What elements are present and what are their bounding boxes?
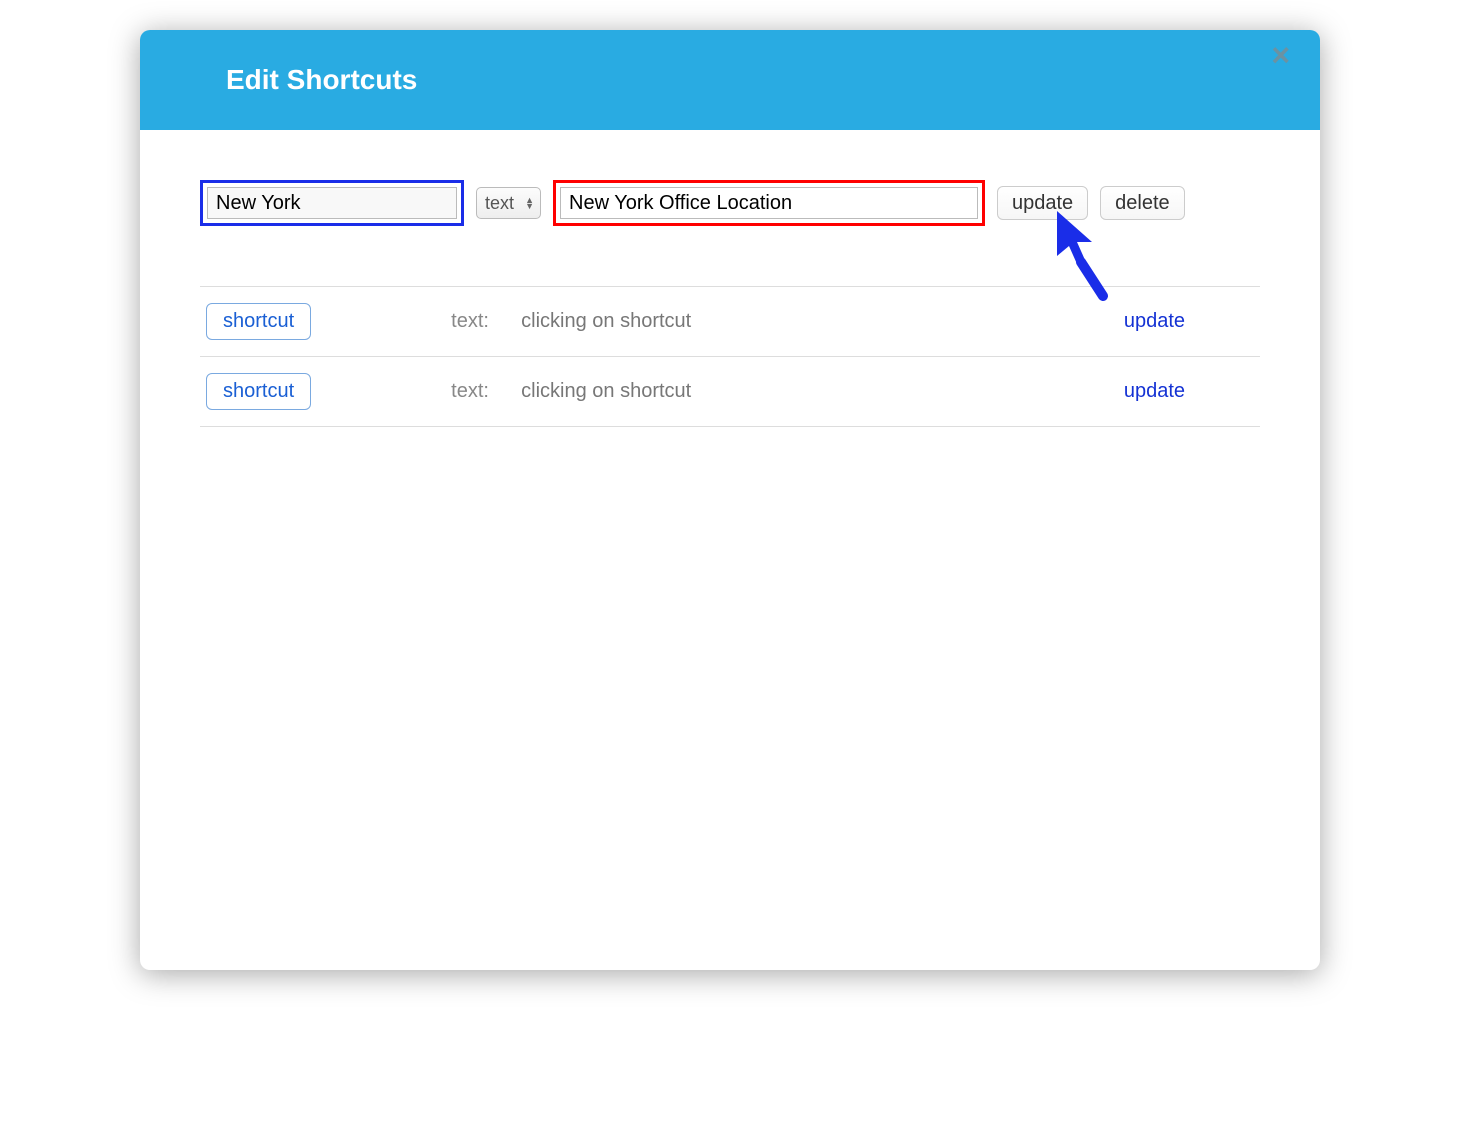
select-arrows-icon: ▲▼ [525,197,534,209]
update-button[interactable]: update [997,186,1088,220]
shortcut-chip[interactable]: shortcut [206,373,311,410]
close-icon[interactable]: × [1271,37,1290,74]
list-item: shortcut text: clicking on shortcut upda… [200,286,1260,356]
list-item: shortcut text: clicking on shortcut upda… [200,356,1260,427]
row-description: clicking on shortcut [521,380,1104,403]
row-update-link[interactable]: update [1124,310,1185,333]
row-description: clicking on shortcut [521,310,1104,333]
edit-shortcuts-modal: Edit Shortcuts × text ▲▼ update delete [140,30,1320,970]
row-type-label: text: [451,310,501,333]
row-update-link[interactable]: update [1124,380,1185,403]
shortcut-content-input[interactable] [560,187,978,219]
modal-title: Edit Shortcuts [170,64,417,96]
delete-button[interactable]: delete [1100,186,1185,220]
shortcut-chip[interactable]: shortcut [206,303,311,340]
shortcut-type-label: text [485,193,514,214]
row-type-label: text: [451,380,501,403]
shortcut-type-select[interactable]: text ▲▼ [476,187,541,219]
modal-header: Edit Shortcuts × [140,30,1320,130]
shortcut-name-input[interactable] [207,187,457,219]
shortcut-name-highlight [200,180,464,226]
modal-body: text ▲▼ update delete shortcut text: cli… [140,130,1320,427]
shortcut-list: shortcut text: clicking on shortcut upda… [200,286,1260,427]
shortcut-content-highlight [553,180,985,226]
shortcut-editor-row: text ▲▼ update delete [200,180,1260,226]
